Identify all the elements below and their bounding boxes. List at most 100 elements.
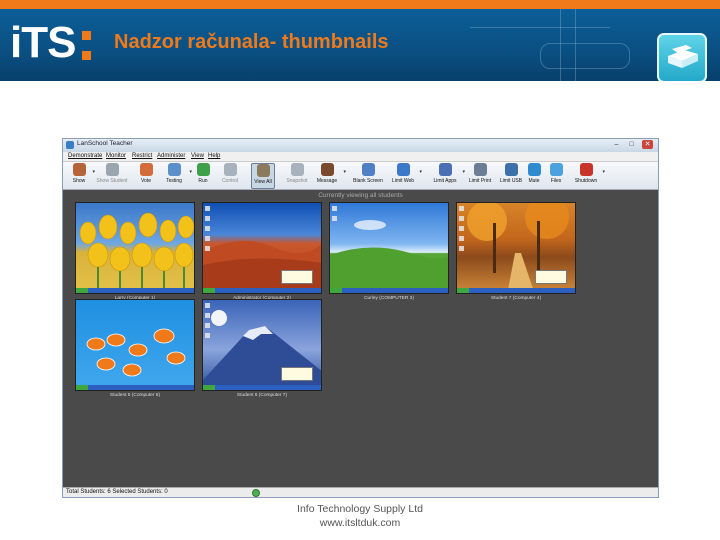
thumbnail-taskbar [203, 385, 321, 390]
notification-popup [281, 367, 313, 381]
menu-restrict[interactable]: Restrict [132, 153, 152, 159]
student-thumbnail-4[interactable]: Student 7 (Computer 4) [456, 202, 576, 301]
menu-view[interactable]: View [191, 153, 204, 159]
toolbar-button-limit-web[interactable]: Limit Web ▾ [389, 163, 422, 189]
files-icon [549, 163, 563, 176]
thumbnail-screen [456, 202, 576, 294]
presentation-corner-icon [657, 33, 707, 81]
slide-footer: Info Technology Supply Ltd www.itsltduk.… [0, 502, 720, 530]
limit-web-icon [396, 163, 410, 176]
toolbar-button-label: Snapshot [286, 178, 308, 184]
thumbnail-screen [202, 202, 322, 294]
student-caption: Student 7 (Computer 4) [490, 296, 542, 301]
run-icon [196, 163, 210, 176]
toolbar-button-label: Control [221, 178, 239, 184]
student-thumbnail-1[interactable]: Larry (Computer 1) [75, 202, 195, 301]
toolbar-button-control[interactable]: Control [217, 163, 243, 189]
maximize-button[interactable]: □ [626, 140, 637, 149]
dropdown-arrow-icon[interactable]: ▾ [189, 169, 192, 175]
toolbar-button-run[interactable]: Run [195, 163, 211, 189]
shutdown-icon [579, 163, 593, 176]
dropdown-arrow-icon[interactable]: ▾ [419, 169, 422, 175]
toolbar-button-label: Limit USB [499, 178, 523, 184]
window-title: LanSchool Teacher [77, 140, 133, 147]
viewing-label: Currently viewing all students [318, 192, 403, 199]
notification-popup [535, 270, 567, 284]
thumbnail-taskbar [457, 288, 575, 293]
window-titlebar[interactable]: LanSchool Teacher – □ ✕ [63, 139, 658, 152]
view-all-icon [256, 164, 270, 177]
vote-icon [139, 163, 153, 176]
status-text: Total Students: 6 Selected Students: 0 [66, 489, 168, 495]
toolbar: Show ▾ Show Student Vote Testing ▾ Run Control V… [63, 162, 658, 190]
show-student-icon [105, 163, 119, 176]
toolbar-button-label: View All [254, 179, 272, 185]
thumbnail-taskbar [76, 288, 194, 293]
lanschool-window: LanSchool Teacher – □ ✕ Demonstrate Moni… [62, 138, 659, 498]
thumbnail-taskbar [330, 288, 448, 293]
toolbar-button-snapshot[interactable]: Snapshot [284, 163, 310, 189]
student-caption: Student 5 (Computer 6) [109, 393, 161, 398]
toolbar-button-view-all[interactable]: View All [251, 163, 275, 189]
toolbar-button-label: Shutdown [574, 178, 598, 184]
toolbar-button-vote[interactable]: Vote [137, 163, 155, 189]
close-button[interactable]: ✕ [642, 140, 653, 149]
thumbnail-taskbar [203, 288, 321, 293]
toolbar-button-shutdown[interactable]: Shutdown ▾ [572, 163, 605, 189]
notification-popup [281, 270, 313, 284]
student-thumbnail-5[interactable]: Student 5 (Computer 6) [75, 299, 195, 398]
toolbar-button-limit-apps[interactable]: Limit Apps ▾ [430, 163, 465, 189]
menu-demonstrate[interactable]: Demonstrate [68, 153, 102, 159]
dropdown-arrow-icon[interactable]: ▾ [343, 169, 346, 175]
toolbar-button-label: Limit Apps [433, 178, 457, 184]
status-bar: Total Students: 6 Selected Students: 0 [63, 487, 658, 497]
message-icon [320, 163, 334, 176]
thumbnail-taskbar [76, 385, 194, 390]
dropdown-arrow-icon[interactable]: ▾ [462, 169, 465, 175]
toolbar-button-show[interactable]: Show ▾ [68, 163, 95, 189]
toolbar-button-label: Show Student [96, 178, 128, 184]
limit-apps-icon [438, 163, 452, 176]
toolbar-button-label: Testing [166, 178, 182, 184]
snapshot-icon [290, 163, 304, 176]
footer-company: Info Technology Supply Ltd [297, 503, 423, 515]
top-accent-bar [0, 0, 720, 9]
toolbar-button-label: Files [550, 178, 562, 184]
testing-icon [167, 163, 181, 176]
toolbar-button-testing[interactable]: Testing ▾ [161, 163, 192, 189]
toolbar-button-label: Message [316, 178, 338, 184]
toolbar-button-label: Show [72, 178, 86, 184]
toolbar-button-label: Limit Print [468, 178, 492, 184]
mute-icon [527, 163, 541, 176]
limit-usb-icon [504, 163, 518, 176]
limit-print-icon [473, 163, 487, 176]
toolbar-button-label: Vote [140, 178, 151, 184]
student-thumbnail-2[interactable]: Administrator (Computer 2) [202, 202, 322, 301]
toolbar-button-message[interactable]: Message ▾ [313, 163, 346, 189]
its-logo: iTS [10, 18, 76, 67]
dropdown-arrow-icon[interactable]: ▾ [602, 169, 605, 175]
toolbar-button-label: Mute [528, 178, 540, 184]
toolbar-button-show-student[interactable]: Show Student [93, 163, 131, 189]
menu-help[interactable]: Help [208, 153, 220, 159]
student-caption: Curley (COMPUTER 3) [364, 296, 414, 301]
menu-bar: Demonstrate Monitor Restrict Administer … [63, 152, 658, 162]
toolbar-button-limit-print[interactable]: Limit Print [466, 163, 494, 189]
menu-monitor[interactable]: Monitor [106, 153, 126, 159]
student-thumbnail-3[interactable]: Curley (COMPUTER 3) [329, 202, 449, 301]
thumbnail-screen [75, 299, 195, 391]
toolbar-button-blank-screen[interactable]: Blank Screen [351, 163, 385, 189]
menu-administer[interactable]: Administer [157, 153, 185, 159]
student-caption: Student 6 (Computer 7) [236, 393, 288, 398]
thumbnail-screen [75, 202, 195, 294]
toolbar-button-label: Run [198, 178, 208, 184]
toolbar-button-limit-usb[interactable]: Limit USB [498, 163, 524, 189]
minimize-button[interactable]: – [611, 140, 622, 149]
toolbar-button-files[interactable]: Files [546, 163, 566, 189]
student-thumbnail-6[interactable]: Student 6 (Computer 7) [202, 299, 322, 398]
thumbnail-screen [202, 299, 322, 391]
slide-title: Nadzor računala- thumbnails [114, 31, 389, 53]
toolbar-button-mute[interactable]: Mute [526, 163, 542, 189]
thumbnail-screen [329, 202, 449, 294]
refresh-icon[interactable] [252, 489, 260, 497]
